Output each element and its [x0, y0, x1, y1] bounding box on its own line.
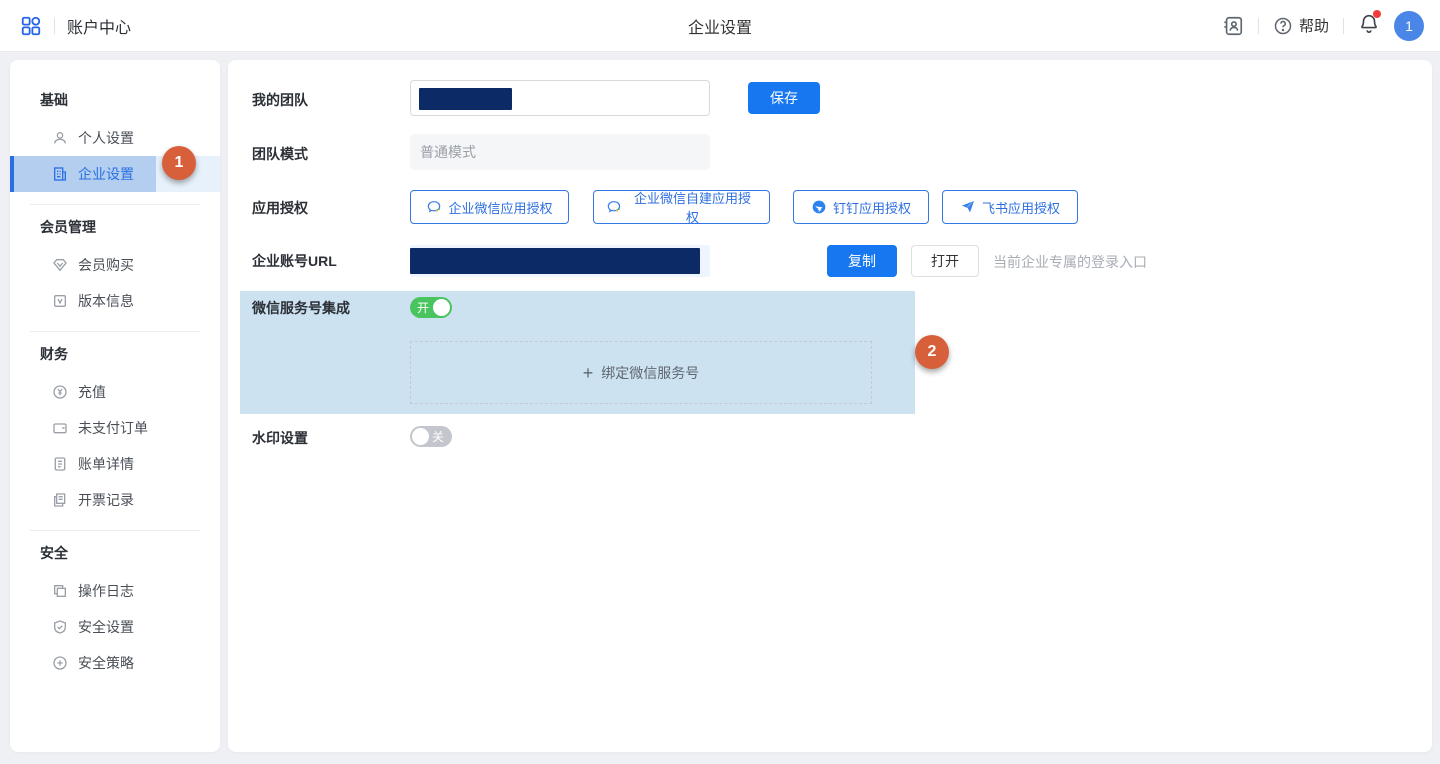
annotation-badge-2: 2 [915, 335, 949, 369]
sidebar-divider [30, 331, 200, 332]
sidebar-item-label: 安全设置 [78, 617, 134, 637]
annotation-badge-1: 1 [162, 146, 196, 180]
bind-wechat-button[interactable]: + 绑定微信服务号 [410, 341, 872, 404]
url-hint-text: 当前企业专属的登录入口 [993, 252, 1147, 272]
wecom-auth-button[interactable]: 企业微信应用授权 [410, 190, 569, 224]
toggle-off-label: 关 [432, 428, 444, 445]
auth-button-label: 企业微信应用授权 [448, 198, 552, 217]
toggle-knob [433, 299, 450, 316]
sidebar-item-security-settings[interactable]: 安全设置 [10, 609, 220, 645]
shield-plus-icon [52, 655, 68, 671]
header-divider [1258, 18, 1259, 34]
sidebar-section-finance: 财务 [40, 344, 220, 364]
redacted-team-name [419, 88, 512, 110]
team-mode-label: 团队模式 [252, 144, 308, 164]
auth-button-label: 飞书应用授权 [982, 198, 1060, 217]
log-icon [52, 583, 68, 599]
notification-bell-icon[interactable] [1358, 12, 1380, 39]
team-mode-field: 普通模式 [410, 134, 710, 170]
sidebar-item-label: 安全策略 [78, 653, 134, 673]
question-circle-icon [1273, 16, 1293, 36]
sidebar-item-invoice-records[interactable]: 开票记录 [10, 482, 220, 518]
sidebar-item-unpaid-orders[interactable]: 未支付订单 [10, 410, 220, 446]
apps-grid-icon[interactable] [20, 15, 42, 37]
dingtalk-icon [811, 199, 827, 215]
bill-icon [52, 456, 68, 472]
feishu-icon [960, 199, 976, 215]
enterprise-url-label: 企业账号URL [252, 251, 337, 271]
recharge-icon [52, 384, 68, 400]
user-icon [52, 130, 68, 146]
redacted-url [410, 248, 700, 274]
sidebar-item-label: 操作日志 [78, 581, 134, 601]
sidebar-item-label: 开票记录 [78, 490, 134, 510]
header-divider [1343, 18, 1344, 34]
wecom-icon [606, 199, 622, 215]
wallet-icon [52, 420, 68, 436]
toggle-on-label: 开 [417, 299, 429, 316]
auth-button-label: 企业微信自建应用授权 [628, 188, 757, 226]
team-name-label: 我的团队 [252, 90, 308, 110]
sidebar-section-basic: 基础 [40, 90, 220, 110]
sidebar-item-label: 企业设置 [78, 164, 134, 184]
wechat-integration-label: 微信服务号集成 [252, 298, 350, 318]
enterprise-url-field [410, 245, 710, 277]
help-button[interactable]: 帮助 [1273, 15, 1329, 36]
app-auth-label: 应用授权 [252, 198, 308, 218]
toggle-knob [412, 428, 429, 445]
invoice-icon [52, 492, 68, 508]
sidebar-divider [30, 204, 200, 205]
gem-icon [52, 257, 68, 273]
main-content: 我的团队 保存 团队模式 普通模式 应用授权 企业微信应用授权 企业微信自建应用… [228, 60, 1432, 752]
page-title: 企业设置 [688, 14, 752, 38]
open-button[interactable]: 打开 [911, 245, 979, 277]
version-icon [52, 293, 68, 309]
contact-book-icon[interactable] [1222, 15, 1244, 37]
wecom-selfbuilt-auth-button[interactable]: 企业微信自建应用授权 [593, 190, 770, 224]
sidebar-item-bill-details[interactable]: 账单详情 [10, 446, 220, 482]
shield-check-icon [52, 619, 68, 635]
building-icon [52, 166, 68, 182]
sidebar-item-security-policy[interactable]: 安全策略 [10, 645, 220, 681]
sidebar-item-label: 个人设置 [78, 128, 134, 148]
wecom-icon [426, 199, 442, 215]
watermark-toggle[interactable]: 关 [410, 426, 452, 447]
sidebar-item-recharge[interactable]: 充值 [10, 374, 220, 410]
sidebar-item-label: 版本信息 [78, 291, 134, 311]
sidebar-item-version-info[interactable]: 版本信息 [10, 283, 220, 319]
bind-wechat-label: 绑定微信服务号 [601, 363, 699, 383]
sidebar-item-label: 会员购买 [78, 255, 134, 275]
sidebar-item-label: 账单详情 [78, 454, 134, 474]
sidebar-item-operation-log[interactable]: 操作日志 [10, 573, 220, 609]
sidebar-divider [30, 530, 200, 531]
sidebar-item-member-purchase[interactable]: 会员购买 [10, 247, 220, 283]
sidebar-section-membership: 会员管理 [40, 217, 220, 237]
plus-icon: + [583, 364, 594, 382]
team-name-input[interactable] [410, 80, 710, 116]
notification-dot [1373, 10, 1381, 18]
sidebar-item-label: 未支付订单 [78, 418, 148, 438]
auth-button-label: 钉钉应用授权 [833, 198, 911, 217]
header-divider [54, 18, 55, 34]
sidebar-section-security: 安全 [40, 543, 220, 563]
avatar[interactable]: 1 [1394, 11, 1424, 41]
dingtalk-auth-button[interactable]: 钉钉应用授权 [793, 190, 929, 224]
sidebar-item-label: 充值 [78, 382, 106, 402]
product-name: 账户中心 [67, 14, 131, 38]
top-header: 账户中心 企业设置 帮助 [0, 0, 1440, 52]
feishu-auth-button[interactable]: 飞书应用授权 [942, 190, 1078, 224]
save-button[interactable]: 保存 [748, 82, 820, 114]
watermark-label: 水印设置 [252, 428, 308, 448]
help-label: 帮助 [1299, 15, 1329, 36]
copy-button[interactable]: 复制 [827, 245, 897, 277]
wechat-integration-toggle[interactable]: 开 [410, 297, 452, 318]
